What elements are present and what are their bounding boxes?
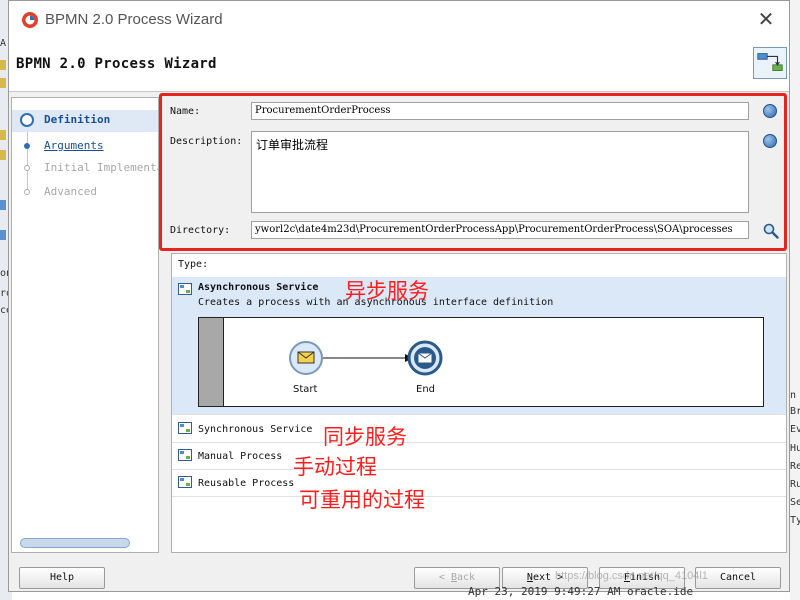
type-option-title: Synchronous Service <box>198 424 313 435</box>
background-folder-icon <box>0 130 6 140</box>
type-option-asynchronous-service[interactable]: Asynchronous Service Creates a process w… <box>172 277 786 415</box>
type-option-synchronous-service[interactable]: Synchronous Service <box>172 416 786 443</box>
start-event-label: Start <box>293 384 318 395</box>
background-app-right: n Br Ev Hu Re Ru Se Ty <box>790 0 800 600</box>
end-event-icon <box>407 340 443 376</box>
globe-icon[interactable] <box>763 134 777 148</box>
definition-form: Name: ProcurementOrderProcess Descriptio… <box>159 93 787 251</box>
background-text: Ru <box>790 479 800 490</box>
nav-step-advanced: Advanced <box>12 182 158 204</box>
wizard-header: BPMN 2.0 Process Wizard <box>9 39 789 92</box>
type-option-title: Manual Process <box>198 451 283 462</box>
background-text: n <box>790 390 797 401</box>
annotation-reusable: 可重用的过程 <box>299 488 425 512</box>
page-title: BPMN 2.0 Process Wizard <box>16 56 217 72</box>
process-type-icon <box>178 476 192 488</box>
window-title: BPMN 2.0 Process Wizard <box>45 11 223 28</box>
nav-step-label: Arguments <box>44 139 104 152</box>
process-preview-diagram: Start End <box>198 317 764 407</box>
search-icon[interactable] <box>763 223 779 239</box>
globe-icon[interactable] <box>763 104 777 118</box>
background-text: Hu <box>790 443 800 454</box>
preview-flow-svg <box>289 340 443 376</box>
background-text: Br <box>790 406 800 417</box>
background-file-icon <box>0 200 6 210</box>
type-label: Type: <box>178 259 209 270</box>
annotation-manual: 手动过程 <box>293 455 377 479</box>
annotation-async: 异步服务 <box>345 279 429 303</box>
step-active-icon <box>20 113 34 127</box>
name-input[interactable]: ProcurementOrderProcess <box>251 102 749 120</box>
background-folder-icon <box>0 150 6 160</box>
type-option-title: Asynchronous Service <box>198 282 319 293</box>
background-text: Re <box>790 461 800 472</box>
nav-step-label: Initial Implementation <box>44 161 158 174</box>
type-option-title: Reusable Process <box>198 478 295 489</box>
annotation-sync: 同步服务 <box>323 425 407 449</box>
background-file-icon <box>0 230 6 240</box>
nav-horizontal-scrollbar[interactable] <box>20 538 130 548</box>
step-dot-icon <box>24 165 30 171</box>
step-dot-icon <box>24 143 30 149</box>
nav-step-initial-implementation: Initial Implementation <box>12 158 158 180</box>
nav-step-label: Advanced <box>44 185 97 198</box>
background-text: Se <box>790 497 800 508</box>
description-textarea[interactable]: 订单审批流程 <box>251 131 749 213</box>
step-dot-icon <box>24 189 30 195</box>
button-label: ack <box>457 572 476 583</box>
button-label: inish <box>629 572 661 583</box>
title-bar[interactable]: BPMN 2.0 Process Wizard ✕ <box>9 1 789 39</box>
close-icon[interactable]: ✕ <box>755 7 777 31</box>
nav-step-arguments[interactable]: Arguments <box>12 136 158 158</box>
type-option-manual-process[interactable]: Manual Process <box>172 443 786 470</box>
background-folder-icon <box>0 60 6 70</box>
end-event-label: End <box>416 384 436 395</box>
description-label: Description: <box>170 136 243 147</box>
bpmn-app-icon <box>22 12 38 28</box>
nav-step-label: Definition <box>44 113 111 126</box>
process-type-icon <box>178 283 192 295</box>
directory-input[interactable]: yworl2c\date4m23d\ProcurementOrderProces… <box>251 221 749 239</box>
background-text: Ty <box>790 515 800 526</box>
help-button[interactable]: Help <box>19 567 105 589</box>
process-type-panel: Type: Asynchronous Service Creates a pro… <box>171 253 787 553</box>
button-label: ext > <box>532 572 564 583</box>
bpmn-wizard-dialog: BPMN 2.0 Process Wizard ✕ BPMN 2.0 Proce… <box>8 0 790 592</box>
nav-step-definition[interactable]: Definition <box>12 110 158 132</box>
background-text: Ev <box>790 424 800 435</box>
start-event-icon <box>289 341 323 375</box>
button-label: < <box>438 572 451 583</box>
wizard-step-nav: Definition Arguments Initial Implementat… <box>11 97 159 553</box>
process-type-icon <box>178 449 192 461</box>
process-diagram-icon <box>753 47 787 79</box>
directory-label: Directory: <box>170 225 231 236</box>
cancel-button[interactable]: Cancel <box>695 567 781 589</box>
process-type-icon <box>178 422 192 434</box>
background-text: A <box>0 38 7 49</box>
background-folder-icon <box>0 78 6 88</box>
background-log-line: Apr 23, 2019 9:49:27 AM oracle.ide <box>468 585 694 598</box>
type-option-reusable-process[interactable]: Reusable Process <box>172 470 786 497</box>
name-label: Name: <box>170 106 201 117</box>
